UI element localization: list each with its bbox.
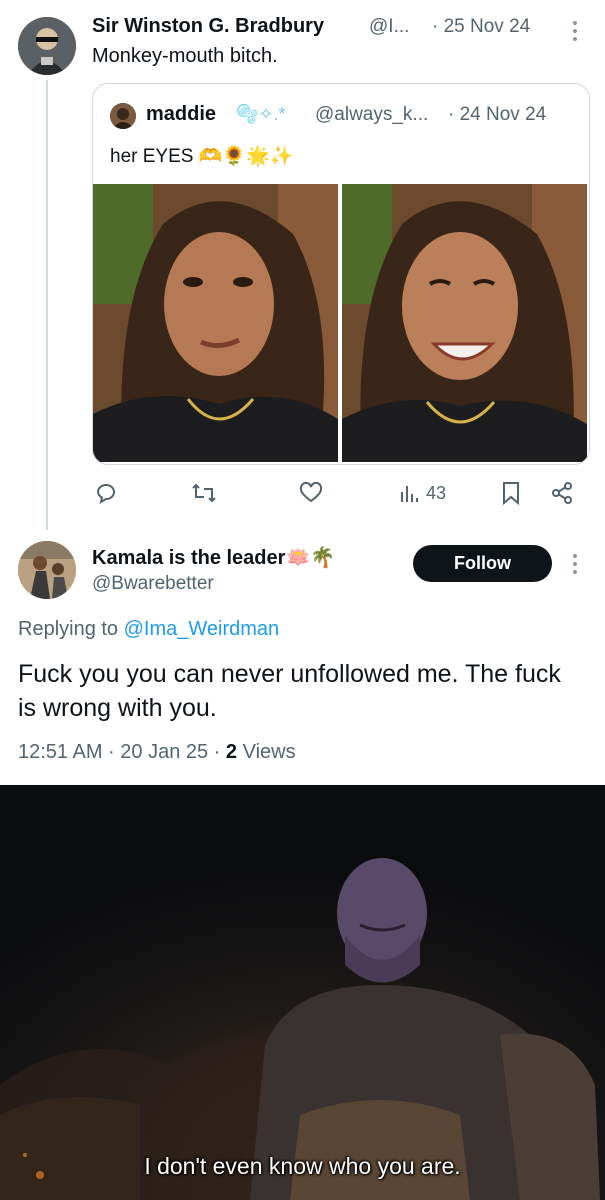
thread-line <box>46 80 48 530</box>
share-icon[interactable] <box>550 481 574 505</box>
replying-to: Replying to @Ima_Weirdman <box>18 618 279 641</box>
more-options-icon[interactable] <box>570 20 580 42</box>
replying-handle-link[interactable]: @Ima_Weirdman <box>124 618 280 640</box>
display-name-emoji: 🪷🌴 <box>285 547 336 569</box>
handle-bwarebetter[interactable]: @Bwarebetter <box>92 573 214 595</box>
display-name-bwarebetter[interactable]: Kamala is the leader🪷🌴 <box>92 545 335 570</box>
avatar-bwarebetter[interactable] <box>18 541 76 599</box>
quoted-photo-1[interactable] <box>93 184 338 462</box>
replying-prefix: Replying to <box>18 618 124 640</box>
meme-caption: I don't even know who you are. <box>144 1153 461 1179</box>
reply-icon[interactable] <box>94 481 118 505</box>
retweet-icon[interactable] <box>191 481 217 505</box>
views-label: Views <box>237 741 296 763</box>
views-icon[interactable] <box>399 482 421 504</box>
handle-winston[interactable]: @I... <box>369 16 409 38</box>
bookmark-icon[interactable] <box>501 481 521 505</box>
avatar-winston[interactable] <box>18 17 76 75</box>
views-number: 2 <box>225 741 238 763</box>
more-options-icon-2[interactable] <box>570 553 580 575</box>
display-name-maddie[interactable]: maddie <box>146 103 216 126</box>
follow-button[interactable]: Follow <box>413 545 552 582</box>
tweet-text: Monkey-mouth bitch. <box>92 45 278 67</box>
meme-image <box>0 785 605 1200</box>
quote-text-emoji: 🫶🌻🌟✨ <box>198 146 294 167</box>
quoted-tweet-card[interactable]: maddie 🫧✧.* @always_k... · 24 Nov 24 her… <box>92 83 590 465</box>
like-icon[interactable] <box>299 481 323 505</box>
handle-maddie[interactable]: @always_k... <box>315 104 428 126</box>
date-winston[interactable]: · 25 Nov 24 <box>432 16 530 38</box>
avatar-maddie[interactable] <box>110 103 136 129</box>
maddie-name-emoji: 🫧✧.* <box>236 104 286 124</box>
quoted-photo-2[interactable] <box>342 184 587 462</box>
quote-text-words: her EYES <box>110 146 194 167</box>
tweet-timestamp[interactable]: 12:51 AM · 20 Jan 25 · <box>18 741 226 763</box>
reply-text: Fuck you you can never unfollowed me. Th… <box>18 660 561 722</box>
quote-text: her EYES 🫶🌻🌟✨ <box>110 144 293 168</box>
date-maddie[interactable]: · 24 Nov 24 <box>448 104 546 126</box>
views-count: 43 <box>426 483 447 503</box>
display-name-text: Kamala is the leader <box>92 547 286 569</box>
tweet-meta: 12:51 AM · 20 Jan 25 · 2 Views <box>18 741 296 764</box>
display-name-winston[interactable]: Sir Winston G. Bradbury <box>92 15 324 38</box>
